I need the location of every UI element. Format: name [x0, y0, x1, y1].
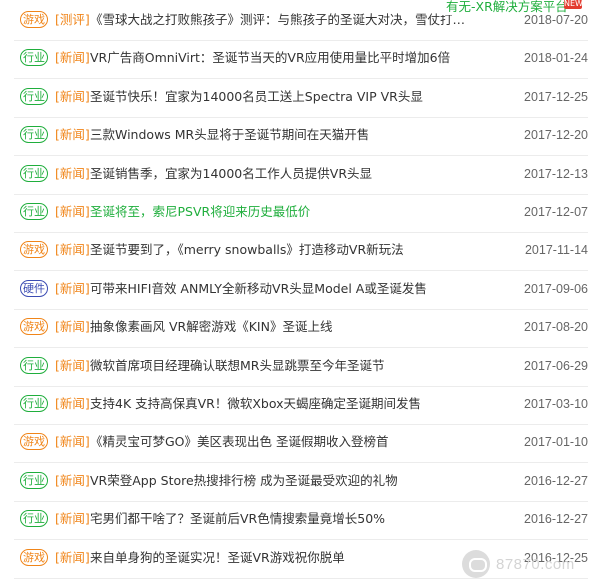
category-badge[interactable]: 行业	[20, 87, 48, 105]
publish-date: 2017-12-25	[524, 89, 588, 104]
list-item: 行业 [新闻] 微软首席项目经理确认联想MR头显跳票至今年圣诞节 2017-06-29	[14, 348, 588, 387]
article-type-tag: [新闻]	[55, 511, 90, 527]
platform-banner-label: 有无-XR解决方案平台	[446, 0, 568, 14]
platform-banner-link[interactable]: 有无-XR解决方案平台	[440, 0, 572, 15]
list-item: 行业 [新闻] VR荣登App Store热搜排行榜 成为圣诞最受欢迎的礼物 2016…	[14, 463, 588, 502]
publish-date: 2016-12-27	[524, 473, 588, 488]
category-badge[interactable]: 游戏	[20, 433, 48, 451]
list-item: 行业 [新闻] 支持4K 支持高保真VR！微软Xbox天蝎座确定圣诞期间发售 2017…	[14, 386, 588, 425]
category-badge[interactable]: 行业	[20, 164, 48, 182]
publish-date: 2017-09-06	[524, 281, 588, 296]
site-watermark: 87870.com	[462, 550, 592, 580]
article-title-link[interactable]: 圣诞将至，索尼PSVR将迎来历史最低价	[90, 204, 476, 220]
publish-date: 2018-01-24	[524, 51, 588, 66]
article-type-tag: [新闻]	[55, 204, 90, 219]
publish-date: 2017-12-20	[524, 128, 588, 143]
category-badge[interactable]: 硬件	[20, 279, 48, 297]
publish-date: 2017-12-13	[524, 166, 588, 181]
article-title-link[interactable]: 圣诞节要到了，《merry snowballs》打造移动VR新玩法	[90, 242, 476, 258]
category-badge[interactable]: 游戏	[20, 11, 48, 28]
category-badge[interactable]: 行业	[20, 49, 48, 67]
publish-date: 2017-06-29	[524, 358, 588, 373]
category-badge[interactable]: 游戏	[20, 241, 48, 259]
list-item: 行业 [新闻] 三款Windows MR头显将于圣诞节期间在天猫开售 2017-12-…	[14, 117, 588, 157]
list-item: 行业 [新闻] 宅男们都干啥了？圣诞前后VR色情搜索量竟增长50% 2016-12-2…	[14, 501, 588, 541]
article-type-tag: [新闻]	[55, 396, 90, 411]
article-type-tag: [新闻]	[55, 434, 90, 450]
list-item: 行业 [新闻] VR广告商OmniVirt：圣诞节当天的VR应用使用量比平时增加6倍…	[14, 40, 588, 80]
category-badge[interactable]: 行业	[20, 395, 48, 412]
category-badge[interactable]: 游戏	[20, 548, 48, 566]
category-badge[interactable]: 行业	[20, 471, 48, 489]
article-title-link[interactable]: 圣诞节快乐！宜家为14000名员工送上Spectra VIP VR头显	[90, 89, 476, 105]
vr-headset-logo-icon	[462, 550, 490, 578]
article-title-link[interactable]: 来自单身狗的圣诞实况！圣诞VR游戏祝你脱单	[90, 550, 476, 566]
category-badge[interactable]: 行业	[20, 356, 48, 374]
publish-date: 2017-08-20	[524, 320, 588, 335]
list-item: 硬件 [新闻] 可带来HIFI音效 ANMLY全新移动VR头显Model A或圣诞发…	[14, 271, 588, 310]
category-badge[interactable]: 行业	[20, 203, 48, 220]
article-title-link[interactable]: 《精灵宝可梦GO》美区表现出色 圣诞假期收入登榜首	[90, 434, 476, 450]
article-title-link[interactable]: 《雪球大战之打败熊孩子》测评：与熊孩子的圣诞大对决，雪仗打出的童年...	[90, 12, 476, 28]
article-title-link[interactable]: 抽象像素画风 VR解密游戏《KIN》圣诞上线	[90, 319, 476, 335]
article-type-tag: [新闻]	[55, 88, 90, 104]
article-type-tag: [新闻]	[55, 357, 90, 373]
list-item: 游戏 [新闻] 《精灵宝可梦GO》美区表现出色 圣诞假期收入登榜首 2017-01-1…	[14, 424, 588, 464]
category-badge[interactable]: 行业	[20, 126, 48, 144]
article-type-tag: [新闻]	[55, 127, 90, 143]
new-badge: NEW	[564, 0, 583, 9]
publish-date: 2017-11-14	[524, 243, 588, 258]
category-badge[interactable]: 游戏	[20, 318, 48, 336]
article-type-tag: [新闻]	[55, 280, 90, 296]
article-type-tag: [新闻]	[55, 319, 90, 335]
publish-date: 2017-01-10	[524, 435, 588, 450]
article-title-link[interactable]: 支持4K 支持高保真VR！微软Xbox天蝎座确定圣诞期间发售	[90, 396, 476, 412]
article-type-tag: [新闻]	[55, 165, 90, 181]
article-type-tag: [新闻]	[55, 472, 90, 488]
publish-date: 2016-12-27	[524, 512, 588, 527]
article-title-link[interactable]: 三款Windows MR头显将于圣诞节期间在天猫开售	[90, 127, 476, 143]
list-item: 行业 [新闻] 圣诞销售季，宜家为14000名工作人员提供VR头显 2017-12-1…	[14, 156, 588, 195]
article-title-link[interactable]: 圣诞销售季，宜家为14000名工作人员提供VR头显	[90, 166, 476, 182]
list-item: 行业 [新闻] 圣诞节快乐！宜家为14000名员工送上Spectra VIP VR头…	[14, 79, 588, 118]
article-title-link[interactable]: 宅男们都干啥了？圣诞前后VR色情搜索量竟增长50%	[90, 511, 476, 527]
article-title-link[interactable]: VR荣登App Store热搜排行榜 成为圣诞最受欢迎的礼物	[90, 473, 476, 489]
list-item: 游戏 [新闻] 圣诞节要到了，《merry snowballs》打造移动VR新玩法 2…	[14, 232, 588, 272]
publish-date: 2017-03-10	[524, 397, 588, 411]
article-title-link[interactable]: VR广告商OmniVirt：圣诞节当天的VR应用使用量比平时增加6倍	[90, 50, 476, 66]
article-type-tag: [测评]	[55, 12, 90, 27]
article-title-link[interactable]: 微软首席项目经理确认联想MR头显跳票至今年圣诞节	[90, 358, 476, 374]
article-type-tag: [新闻]	[55, 549, 90, 565]
watermark-text: 87870.com	[496, 556, 575, 573]
article-type-tag: [新闻]	[55, 50, 90, 66]
article-title-link[interactable]: 可带来HIFI音效 ANMLY全新移动VR头显Model A或圣诞发售	[90, 281, 476, 297]
list-item: 游戏 [新闻] 抽象像素画风 VR解密游戏《KIN》圣诞上线 2017-08-20	[14, 309, 588, 349]
category-badge[interactable]: 行业	[20, 510, 48, 528]
list-item: 行业 [新闻] 圣诞将至，索尼PSVR将迎来历史最低价 2017-12-07	[14, 194, 588, 233]
publish-date: 2017-12-07	[524, 205, 588, 219]
article-type-tag: [新闻]	[55, 242, 90, 258]
